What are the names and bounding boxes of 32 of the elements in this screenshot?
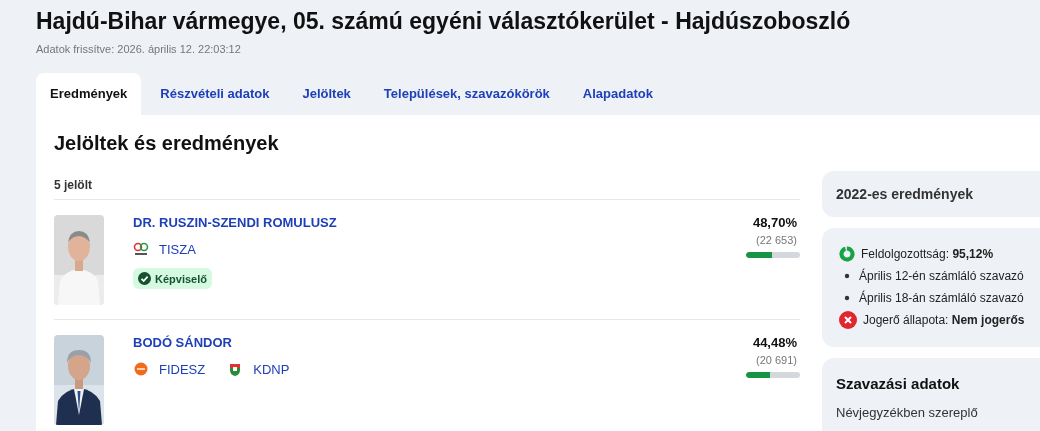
card-text: Névjegyzékben szereplő xyxy=(836,405,979,420)
page-title: Hajdú-Bihar vármegye, 05. számú egyéni választókerület - Hajdúszoboszló xyxy=(36,7,851,36)
card-title: Szavazási adatok xyxy=(836,375,961,393)
update-time: Adatok frissítve: 2026. április 12. 22:03:12 xyxy=(36,42,241,56)
party-logo-icon xyxy=(133,361,149,377)
candidate-name[interactable]: DR. RUSZIN-SZENDI ROMULUSZ xyxy=(133,215,337,231)
vote-count: (20 691) xyxy=(756,353,797,367)
vote-percentage: 48,70% xyxy=(752,215,797,231)
status-text: Április 12-én számláló szavazó xyxy=(859,269,1024,283)
status-text: Április 18-án számláló szavazó xyxy=(859,291,1024,305)
vote-percentage: 44,48% xyxy=(752,335,797,351)
party-name[interactable]: FIDESZ xyxy=(159,361,206,377)
error-icon xyxy=(839,311,857,329)
tab[interactable]: Jelöltek xyxy=(288,73,365,115)
card-title: 2022-es eredmények xyxy=(836,185,974,204)
results-card[interactable]: 2022-es eredmények xyxy=(822,171,1040,217)
candidate-count: 5 jelölt xyxy=(54,178,92,194)
tab[interactable]: Eredmények xyxy=(36,73,142,115)
party-name[interactable]: KDNP xyxy=(253,361,290,377)
badge-label: Képviselő xyxy=(155,272,207,285)
candidate-name[interactable]: BODÓ SÁNDOR xyxy=(133,335,232,351)
progress-ring-icon xyxy=(839,246,855,262)
status-text: Feldolgozottság: 95,12% xyxy=(861,247,994,261)
party-name[interactable]: TISZA xyxy=(159,241,196,257)
status-text: Jogerő állapota: Nem jogerős xyxy=(863,313,1025,327)
party-logo-icon xyxy=(133,241,149,257)
check-icon xyxy=(138,272,151,285)
tab[interactable]: Alapadatok xyxy=(568,73,667,115)
tab[interactable]: Települések, szavazókörök xyxy=(369,73,564,115)
tab[interactable]: Részvételi adatok xyxy=(146,73,284,115)
section-heading: Jelöltek és eredmények xyxy=(54,131,279,155)
vote-count: (22 653) xyxy=(756,233,797,247)
